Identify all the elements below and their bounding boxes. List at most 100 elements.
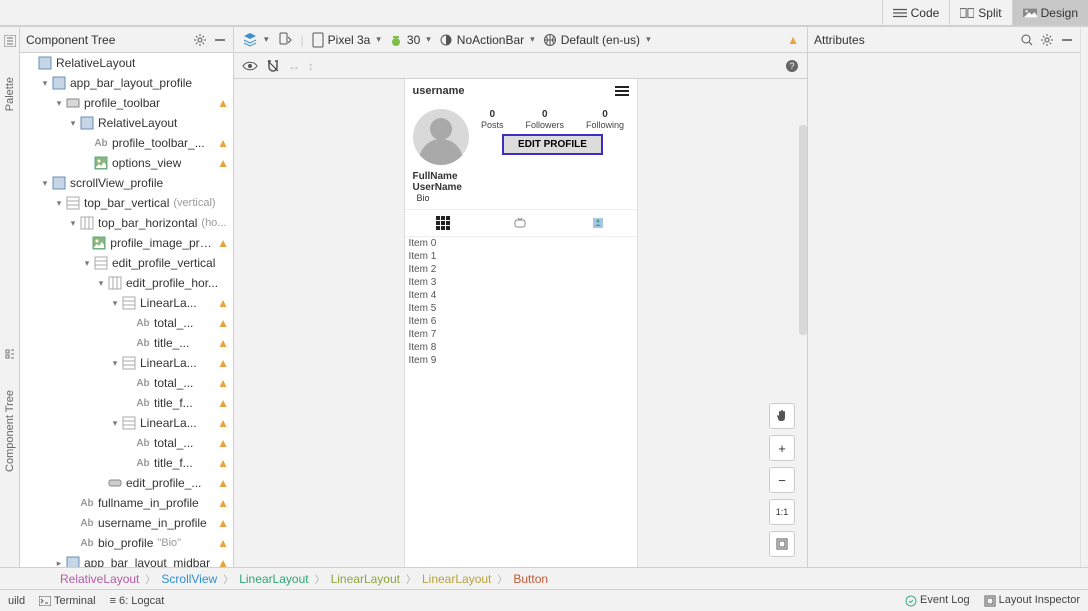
warning-icon[interactable]: ▲ bbox=[787, 33, 799, 47]
zoom-fit-button[interactable]: 1:1 bbox=[769, 499, 795, 525]
list-item[interactable]: Item 0 bbox=[405, 237, 637, 250]
list-item[interactable]: Item 4 bbox=[405, 289, 637, 302]
expander-icon[interactable]: ▾ bbox=[54, 198, 64, 208]
grid-tab[interactable] bbox=[405, 216, 482, 230]
tree-row[interactable]: options_view▲ bbox=[20, 153, 233, 173]
warning-icon[interactable]: ▲ bbox=[217, 536, 229, 550]
list-item[interactable]: Item 5 bbox=[405, 302, 637, 315]
locale-selector[interactable]: Default (en-us) ▾ bbox=[543, 33, 651, 47]
tv-tab[interactable] bbox=[482, 216, 559, 230]
warning-icon[interactable]: ▲ bbox=[217, 156, 229, 170]
help-icon[interactable]: ? bbox=[785, 59, 799, 73]
expander-icon[interactable]: ▾ bbox=[82, 258, 92, 268]
expander-icon[interactable]: ▾ bbox=[68, 218, 78, 228]
breadcrumb-item[interactable]: ScrollView bbox=[161, 572, 217, 586]
tree-row[interactable]: ▾edit_profile_hor... bbox=[20, 273, 233, 293]
zoom-frame-button[interactable] bbox=[769, 531, 795, 557]
device-selector[interactable]: Pixel 3a ▾ bbox=[312, 32, 381, 48]
expander-icon[interactable]: ▾ bbox=[40, 178, 50, 188]
expander-icon[interactable]: ▾ bbox=[68, 118, 78, 128]
visibility-icon[interactable] bbox=[242, 60, 258, 72]
tree-row[interactable]: ▾top_bar_vertical(vertical) bbox=[20, 193, 233, 213]
breadcrumb-item[interactable]: LinearLayout bbox=[422, 572, 491, 586]
theme-selector[interactable]: NoActionBar ▾ bbox=[439, 33, 535, 47]
tree-row[interactable]: Abfullname_in_profile▲ bbox=[20, 493, 233, 513]
tree-row[interactable]: Abtotal_...▲ bbox=[20, 373, 233, 393]
vswap-icon[interactable]: ↕ bbox=[308, 59, 314, 73]
tree-row[interactable]: ▾edit_profile_vertical bbox=[20, 253, 233, 273]
warning-icon[interactable]: ▲ bbox=[217, 296, 229, 310]
view-code-button[interactable]: Code bbox=[882, 0, 950, 25]
warning-icon[interactable]: ▲ bbox=[217, 376, 229, 390]
list-item[interactable]: Item 9 bbox=[405, 354, 637, 367]
tree-row[interactable]: ▾profile_toolbar▲ bbox=[20, 93, 233, 113]
breadcrumb-item[interactable]: Button bbox=[513, 572, 548, 586]
expander-icon[interactable]: ▾ bbox=[96, 278, 106, 288]
zoom-out-button[interactable]: − bbox=[769, 467, 795, 493]
tree-row[interactable]: Abtotal_...▲ bbox=[20, 433, 233, 453]
expander-icon[interactable]: ▾ bbox=[110, 298, 120, 308]
expander-icon[interactable] bbox=[26, 58, 36, 68]
pan-button[interactable] bbox=[769, 403, 795, 429]
tree-row[interactable]: ▾scrollView_profile bbox=[20, 173, 233, 193]
tree-row[interactable]: Abtotal_...▲ bbox=[20, 313, 233, 333]
tree-row[interactable]: ▾LinearLa...▲ bbox=[20, 413, 233, 433]
gear-icon[interactable] bbox=[1040, 33, 1054, 47]
tree-row[interactable]: edit_profile_...▲ bbox=[20, 473, 233, 493]
component-tree-tab[interactable]: Component Tree bbox=[4, 390, 16, 472]
gear-icon[interactable] bbox=[193, 33, 207, 47]
following-stat[interactable]: 0 Following bbox=[586, 109, 624, 130]
expander-icon[interactable]: ▾ bbox=[110, 418, 120, 428]
avatar[interactable] bbox=[413, 109, 469, 165]
warning-icon[interactable]: ▲ bbox=[217, 476, 229, 490]
view-split-button[interactable]: Split bbox=[949, 0, 1011, 25]
view-design-button[interactable]: Design bbox=[1012, 0, 1088, 25]
minimize-icon[interactable] bbox=[213, 33, 227, 47]
tree-row[interactable]: ▾LinearLa...▲ bbox=[20, 293, 233, 313]
warning-icon[interactable]: ▲ bbox=[217, 556, 229, 567]
list-item[interactable]: Item 3 bbox=[405, 276, 637, 289]
tree-row[interactable]: Abusername_in_profile▲ bbox=[20, 513, 233, 533]
tree-row[interactable]: RelativeLayout bbox=[20, 53, 233, 73]
tree-row[interactable]: Abtitle_...▲ bbox=[20, 333, 233, 353]
warning-icon[interactable]: ▲ bbox=[217, 496, 229, 510]
posts-stat[interactable]: 0 Posts bbox=[481, 109, 504, 130]
expander-icon[interactable]: ▾ bbox=[54, 98, 64, 108]
warning-icon[interactable]: ▲ bbox=[217, 436, 229, 450]
status-layoutinspector[interactable]: Layout Inspector bbox=[984, 594, 1080, 606]
minimize-icon[interactable] bbox=[1060, 33, 1074, 47]
list-item[interactable]: Item 6 bbox=[405, 315, 637, 328]
canvas-scrollbar[interactable] bbox=[799, 125, 807, 335]
warning-icon[interactable]: ▲ bbox=[217, 516, 229, 530]
tree-row[interactable]: ▾app_bar_layout_profile bbox=[20, 73, 233, 93]
list-item[interactable]: Item 2 bbox=[405, 263, 637, 276]
warning-icon[interactable]: ▲ bbox=[217, 316, 229, 330]
warning-icon[interactable]: ▲ bbox=[217, 456, 229, 470]
hswap-icon[interactable]: ↔ bbox=[288, 59, 300, 73]
list-item[interactable]: Item 7 bbox=[405, 328, 637, 341]
tree-row[interactable]: profile_image_prof...▲ bbox=[20, 233, 233, 253]
tree-row[interactable]: Abprofile_toolbar_...▲ bbox=[20, 133, 233, 153]
warning-icon[interactable]: ▲ bbox=[217, 96, 229, 110]
tree-row[interactable]: Abtitle_f...▲ bbox=[20, 453, 233, 473]
warning-icon[interactable]: ▲ bbox=[217, 416, 229, 430]
palette-tab[interactable]: Palette bbox=[4, 77, 16, 111]
expander-icon[interactable]: ▸ bbox=[54, 558, 64, 567]
component-tree-body[interactable]: RelativeLayout▾app_bar_layout_profile▾pr… bbox=[20, 53, 233, 567]
list-item[interactable]: Item 1 bbox=[405, 250, 637, 263]
followers-stat[interactable]: 0 Followers bbox=[525, 109, 564, 130]
status-logcat[interactable]: ≡ 6: Logcat bbox=[110, 595, 165, 607]
tree-row[interactable]: ▾RelativeLayout bbox=[20, 113, 233, 133]
tree-row[interactable]: ▸app_bar_layout_midbar▲ bbox=[20, 553, 233, 567]
warning-icon[interactable]: ▲ bbox=[217, 356, 229, 370]
expander-icon[interactable]: ▾ bbox=[110, 358, 120, 368]
tree-row[interactable]: ▾top_bar_horizontal(ho... bbox=[20, 213, 233, 233]
warning-icon[interactable]: ▲ bbox=[217, 236, 229, 250]
tree-row[interactable]: Abtitle_f...▲ bbox=[20, 393, 233, 413]
menu-icon[interactable] bbox=[615, 86, 629, 96]
warning-icon[interactable]: ▲ bbox=[217, 136, 229, 150]
orientation-icon[interactable] bbox=[277, 32, 293, 48]
tree-row[interactable]: ▾LinearLa...▲ bbox=[20, 353, 233, 373]
edit-profile-button[interactable]: EDIT PROFILE bbox=[502, 134, 603, 155]
warning-icon[interactable]: ▲ bbox=[217, 336, 229, 350]
